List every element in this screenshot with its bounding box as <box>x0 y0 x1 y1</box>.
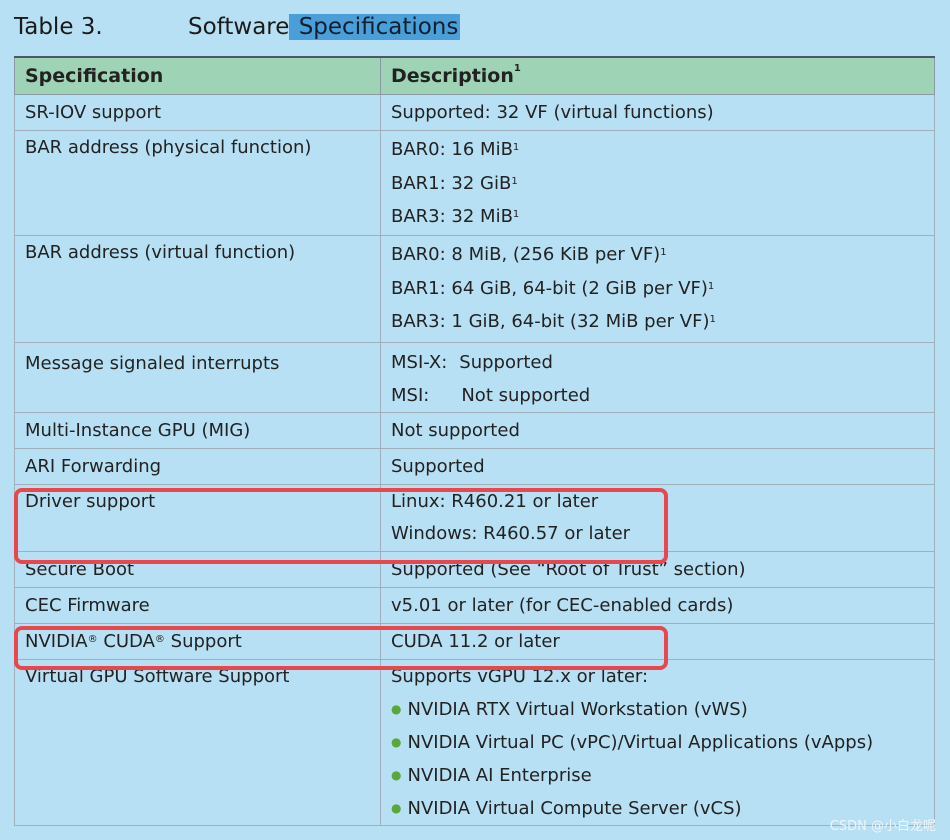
table-row: CEC Firmware v5.01 or later (for CEC-ena… <box>14 587 935 624</box>
registered-mark: ® <box>154 634 165 645</box>
spec-text: Virtual GPU Software Support <box>25 666 290 687</box>
spec-text: Driver support <box>25 491 156 512</box>
table-row: Message signaled interrupts MSI-X: Suppor… <box>14 342 935 413</box>
desc-cell: BAR0: 16 MiB1 BAR1: 32 GiB1 BAR3: 32 MiB… <box>380 130 935 236</box>
header-description-label: Description <box>391 65 514 87</box>
desc-line: Linux: R460.21 or later <box>391 491 599 512</box>
desc-cell: Linux: R460.21 or later Windows: R460.57… <box>380 484 935 552</box>
desc-cell: Not supported <box>380 412 935 449</box>
table-row: NVIDIA® CUDA® Support CUDA 11.2 or later <box>14 623 935 660</box>
table-caption: Table 3. Software Specifications <box>14 10 461 44</box>
spec-cell: Virtual GPU Software Support <box>14 659 381 826</box>
table-row: SR-IOV support Supported: 32 VF (virtual… <box>14 94 935 131</box>
spec-cell: CEC Firmware <box>14 587 381 624</box>
table-row: Secure Boot Supported (See “Root of Trus… <box>14 551 935 588</box>
desc-line: Supports vGPU 12.x or later: <box>391 666 649 687</box>
registered-mark: ® <box>87 634 98 645</box>
desc-line-text: BAR3: 32 MiB <box>391 206 513 227</box>
desc-line: BAR1: 64 GiB, 64-bit (2 GiB per VF)1 <box>391 272 924 305</box>
spec-cell: SR-IOV support <box>14 94 381 131</box>
desc-line: BAR0: 8 MiB, (256 KiB per VF)1 <box>391 238 924 272</box>
bullet-icon: ● <box>391 735 402 749</box>
desc-line: BAR3: 1 GiB, 64-bit (32 MiB per VF)1 <box>391 305 924 338</box>
list-item-text: NVIDIA Virtual Compute Server (vCS) <box>407 798 742 819</box>
spec-cell: Multi-Instance GPU (MIG) <box>14 412 381 449</box>
list-item: ● NVIDIA RTX Virtual Workstation (vWS) <box>391 693 924 726</box>
selected-text[interactable]: Specifications <box>289 14 461 40</box>
footnote-marker: 1 <box>660 247 667 258</box>
spec-text: Message signaled interrupts <box>25 353 280 374</box>
desc-line-text: BAR0: 16 MiB <box>391 139 513 160</box>
desc-cell: CUDA 11.2 or later <box>380 623 935 660</box>
table-row: ARI Forwarding Supported <box>14 448 935 485</box>
desc-cell: BAR0: 8 MiB, (256 KiB per VF)1 BAR1: 64 … <box>380 235 935 343</box>
bullet-icon: ● <box>391 801 402 815</box>
header-specification: Specification <box>14 56 381 95</box>
table-title-selected: Specifications <box>298 14 459 40</box>
spec-cell: NVIDIA® CUDA® Support <box>14 623 381 660</box>
desc-line: Windows: R460.57 or later <box>391 523 631 544</box>
msi-label: MSI: <box>391 385 430 406</box>
desc-line: MSI-X: Supported <box>391 347 924 379</box>
desc-line-text: BAR1: 64 GiB, 64-bit (2 GiB per VF) <box>391 278 708 299</box>
table-row: Driver support Linux: R460.21 or later W… <box>14 484 935 552</box>
desc-cell: Supported: 32 VF (virtual functions) <box>380 94 935 131</box>
table-row: Virtual GPU Software Support Supports vG… <box>14 659 935 826</box>
msix-label: MSI-X: <box>391 352 448 373</box>
desc-line-text: BAR3: 1 GiB, 64-bit (32 MiB per VF) <box>391 311 710 332</box>
table-number: Table 3. <box>14 14 103 40</box>
table-row: BAR address (virtual function) BAR0: 8 M… <box>14 235 935 343</box>
desc-line: MSI: Not supported <box>391 379 924 412</box>
list-item-text: NVIDIA Virtual PC (vPC)/Virtual Applicat… <box>407 732 874 753</box>
desc-line-text: BAR0: 8 MiB, (256 KiB per VF) <box>391 244 661 265</box>
spec-text: BAR address (virtual function) <box>25 242 296 263</box>
desc-cell: Supported (See “Root of Trust” section) <box>380 551 935 588</box>
spec-cell: Driver support <box>14 484 381 552</box>
header-description: Description1 <box>380 56 935 95</box>
desc-cell: Supported <box>380 448 935 485</box>
table-title-word: Software <box>188 14 290 40</box>
table-header-row: Specification Description1 <box>14 56 935 95</box>
desc-cell: Supports vGPU 12.x or later: ● NVIDIA RTX… <box>380 659 935 826</box>
cuda-spec-part: Support <box>170 631 242 652</box>
desc-line: BAR1: 32 GiB1 <box>391 167 924 200</box>
list-item: ● NVIDIA Virtual PC (vPC)/Virtual Applica… <box>391 726 924 759</box>
watermark: CSDN @小白龙呢 <box>829 819 936 834</box>
bullet-icon: ● <box>391 702 402 716</box>
table-row: BAR address (physical function) BAR0: 16… <box>14 130 935 236</box>
footnote-marker: 1 <box>707 281 715 292</box>
desc-line: BAR0: 16 MiB1 <box>391 133 924 167</box>
footnote-marker: 1 <box>512 142 520 153</box>
spec-text: BAR address (physical function) <box>25 137 312 158</box>
desc-cell: v5.01 or later (for CEC-enabled cards) <box>380 587 935 624</box>
footnote-marker: 1 <box>709 314 716 325</box>
spec-cell: BAR address (physical function) <box>14 130 381 236</box>
msi-value: Not supported <box>461 385 591 406</box>
list-item-text: NVIDIA RTX Virtual Workstation (vWS) <box>407 699 748 720</box>
list-item-text: NVIDIA AI Enterprise <box>407 765 592 786</box>
spec-cell: BAR address (virtual function) <box>14 235 381 343</box>
software-spec-table: Specification Description1 SR-IOV suppor… <box>14 56 935 826</box>
cuda-spec-part: CUDA <box>103 631 155 652</box>
msix-value: Supported <box>459 352 553 373</box>
spec-cell: Secure Boot <box>14 551 381 588</box>
bullet-icon: ● <box>391 768 402 782</box>
spec-cell: Message signaled interrupts <box>14 342 381 413</box>
desc-line-text: BAR1: 32 GiB <box>391 173 512 194</box>
desc-cell: MSI-X: Supported MSI: Not supported <box>380 342 935 413</box>
list-item: ● NVIDIA AI Enterprise <box>391 759 924 792</box>
table-row: Multi-Instance GPU (MIG) Not supported <box>14 412 935 449</box>
spec-cell: ARI Forwarding <box>14 448 381 485</box>
desc-line: BAR3: 32 MiB1 <box>391 200 924 233</box>
cuda-spec-part: NVIDIA <box>25 631 88 652</box>
footnote-marker: 1 <box>511 176 518 187</box>
footnote-marker: 1 <box>513 63 521 74</box>
footnote-marker: 1 <box>512 209 520 220</box>
